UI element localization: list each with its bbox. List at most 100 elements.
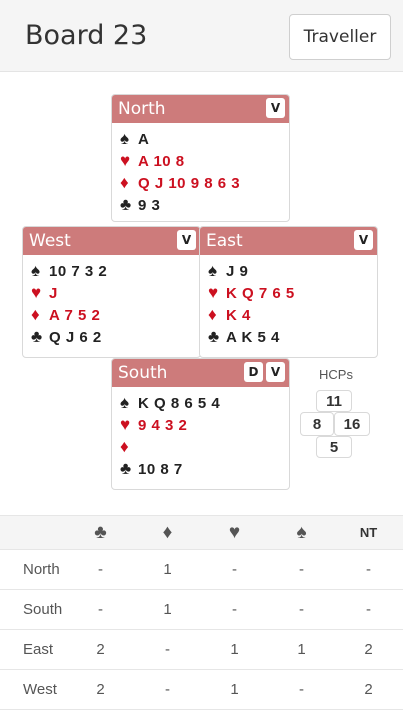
spade-cards: J 9: [226, 262, 249, 280]
page-header: Board 23 Traveller: [0, 0, 403, 72]
row-label: North: [23, 561, 60, 578]
table-cell: -: [98, 561, 103, 578]
diamonds-row: ♦ A 7 5 2: [31, 304, 200, 326]
vulnerable-badge: V: [177, 230, 196, 250]
table-cell: 2: [364, 641, 373, 658]
hearts-row: ♥ J: [31, 282, 200, 304]
hand-west-label: West: [29, 231, 71, 251]
heart-cards: K Q 7 6 5: [226, 284, 295, 302]
table-cell: 1: [230, 641, 239, 658]
spade-column-icon: ♠: [296, 521, 307, 543]
table-cell: -: [98, 601, 103, 618]
table-cell: 1: [163, 601, 172, 618]
hand-north-label: North: [118, 99, 166, 119]
vulnerable-badge: V: [266, 98, 285, 118]
spade-icon: ♠: [208, 261, 218, 280]
diamond-icon: ♦: [208, 305, 218, 324]
table-header-row: ♣ ♦ ♥ ♠ NT: [0, 515, 403, 550]
table-row: North - 1 - - -: [0, 550, 403, 590]
diamonds-row: ♦ Q J 10 9 8 6 3: [120, 172, 289, 194]
spades-row: ♠ K Q 8 6 5 4: [120, 392, 289, 414]
club-icon: ♣: [208, 327, 220, 346]
vulnerable-badge: V: [266, 362, 285, 382]
table-cell: -: [366, 601, 371, 618]
table-cell: -: [299, 561, 304, 578]
heart-column-icon: ♥: [228, 521, 241, 543]
club-icon: ♣: [120, 195, 132, 214]
hand-north-header: North V: [112, 95, 289, 123]
heart-icon: ♥: [31, 283, 42, 302]
table-cell: -: [299, 681, 304, 698]
results-table: ♣ ♦ ♥ ♠ NT North - 1 - - - South - 1 - -…: [0, 515, 403, 710]
table-row: East 2 - 1 1 2: [0, 630, 403, 670]
table-cell: -: [232, 561, 237, 578]
hand-south-header: South D V: [112, 359, 289, 387]
table-cell: 1: [163, 561, 172, 578]
spade-cards: K Q 8 6 5 4: [138, 394, 221, 412]
table-cell: 2: [96, 641, 105, 658]
clubs-row: ♣ Q J 6 2: [31, 326, 200, 348]
table-cell: 1: [230, 681, 239, 698]
clubs-row: ♣ A K 5 4: [208, 326, 377, 348]
club-icon: ♣: [31, 327, 43, 346]
hcp-north: 11: [316, 390, 352, 412]
dealer-badge: D: [244, 362, 263, 382]
diamond-column-icon: ♦: [162, 521, 173, 543]
diamond-icon: ♦: [31, 305, 41, 324]
hand-south-label: South: [118, 363, 168, 383]
club-column-icon: ♣: [94, 521, 107, 543]
club-icon: ♣: [120, 459, 132, 478]
hcp-label: HCPs: [319, 367, 353, 382]
spades-row: ♠ A: [120, 128, 289, 150]
diamond-cards: A 7 5 2: [49, 306, 101, 324]
hearts-row: ♥ 9 4 3 2: [120, 414, 289, 436]
diamond-cards: K 4: [226, 306, 251, 324]
hcp-east: 16: [334, 412, 370, 436]
page-title: Board 23: [25, 20, 148, 51]
heart-cards: A 10 8: [138, 152, 185, 170]
table-cell: 1: [297, 641, 306, 658]
row-label: South: [23, 601, 63, 618]
heart-icon: ♥: [120, 415, 131, 434]
club-cards: A K 5 4: [226, 328, 280, 346]
table-cell: -: [366, 561, 371, 578]
hcp-west: 8: [300, 412, 334, 436]
hand-east-header: East V: [200, 227, 377, 255]
spades-row: ♠ J 9: [208, 260, 377, 282]
spade-cards: 10 7 3 2: [49, 262, 108, 280]
hand-east-label: East: [206, 231, 243, 251]
club-cards: 9 3: [138, 196, 161, 214]
spade-icon: ♠: [120, 393, 130, 412]
table-cell: -: [232, 601, 237, 618]
clubs-row: ♣ 10 8 7: [120, 458, 289, 480]
table-row: West 2 - 1 - 2: [0, 670, 403, 710]
heart-cards: 9 4 3 2: [138, 416, 188, 434]
table-cell: -: [165, 681, 170, 698]
spade-cards: A: [138, 130, 150, 148]
hand-west-header: West V: [23, 227, 200, 255]
table-cell: -: [165, 641, 170, 658]
row-label: West: [23, 681, 57, 698]
table-cell: 2: [96, 681, 105, 698]
diamond-cards: Q J 10 9 8 6 3: [138, 174, 241, 192]
table-cell: -: [299, 601, 304, 618]
traveller-button[interactable]: Traveller: [289, 14, 391, 60]
hand-north: North V ♠ A ♥ A 10 8 ♦ Q J 10 9 8 6 3 ♣ 9 3: [111, 94, 290, 222]
table-cell: 2: [364, 681, 373, 698]
club-cards: 10 8 7: [138, 460, 183, 478]
hand-south: South D V ♠ K Q 8 6 5 4 ♥ 9 4 3 2 ♦ ♣ 10 8 …: [111, 358, 290, 490]
row-label: East: [23, 641, 54, 658]
hand-west: West V ♠ 10 7 3 2 ♥ J ♦ A 7 5 2 ♣ Q J 6 2: [22, 226, 201, 358]
hearts-row: ♥ A 10 8: [120, 150, 289, 172]
spade-icon: ♠: [120, 129, 130, 148]
table-row: South - 1 - - -: [0, 590, 403, 630]
vulnerable-badge: V: [354, 230, 373, 250]
heart-icon: ♥: [208, 283, 219, 302]
spade-icon: ♠: [31, 261, 41, 280]
club-cards: Q J 6 2: [49, 328, 102, 346]
clubs-row: ♣ 9 3: [120, 194, 289, 216]
spades-row: ♠ 10 7 3 2: [31, 260, 200, 282]
hearts-row: ♥ K Q 7 6 5: [208, 282, 377, 304]
heart-cards: J: [49, 284, 58, 302]
diamonds-row: ♦ K 4: [208, 304, 377, 326]
